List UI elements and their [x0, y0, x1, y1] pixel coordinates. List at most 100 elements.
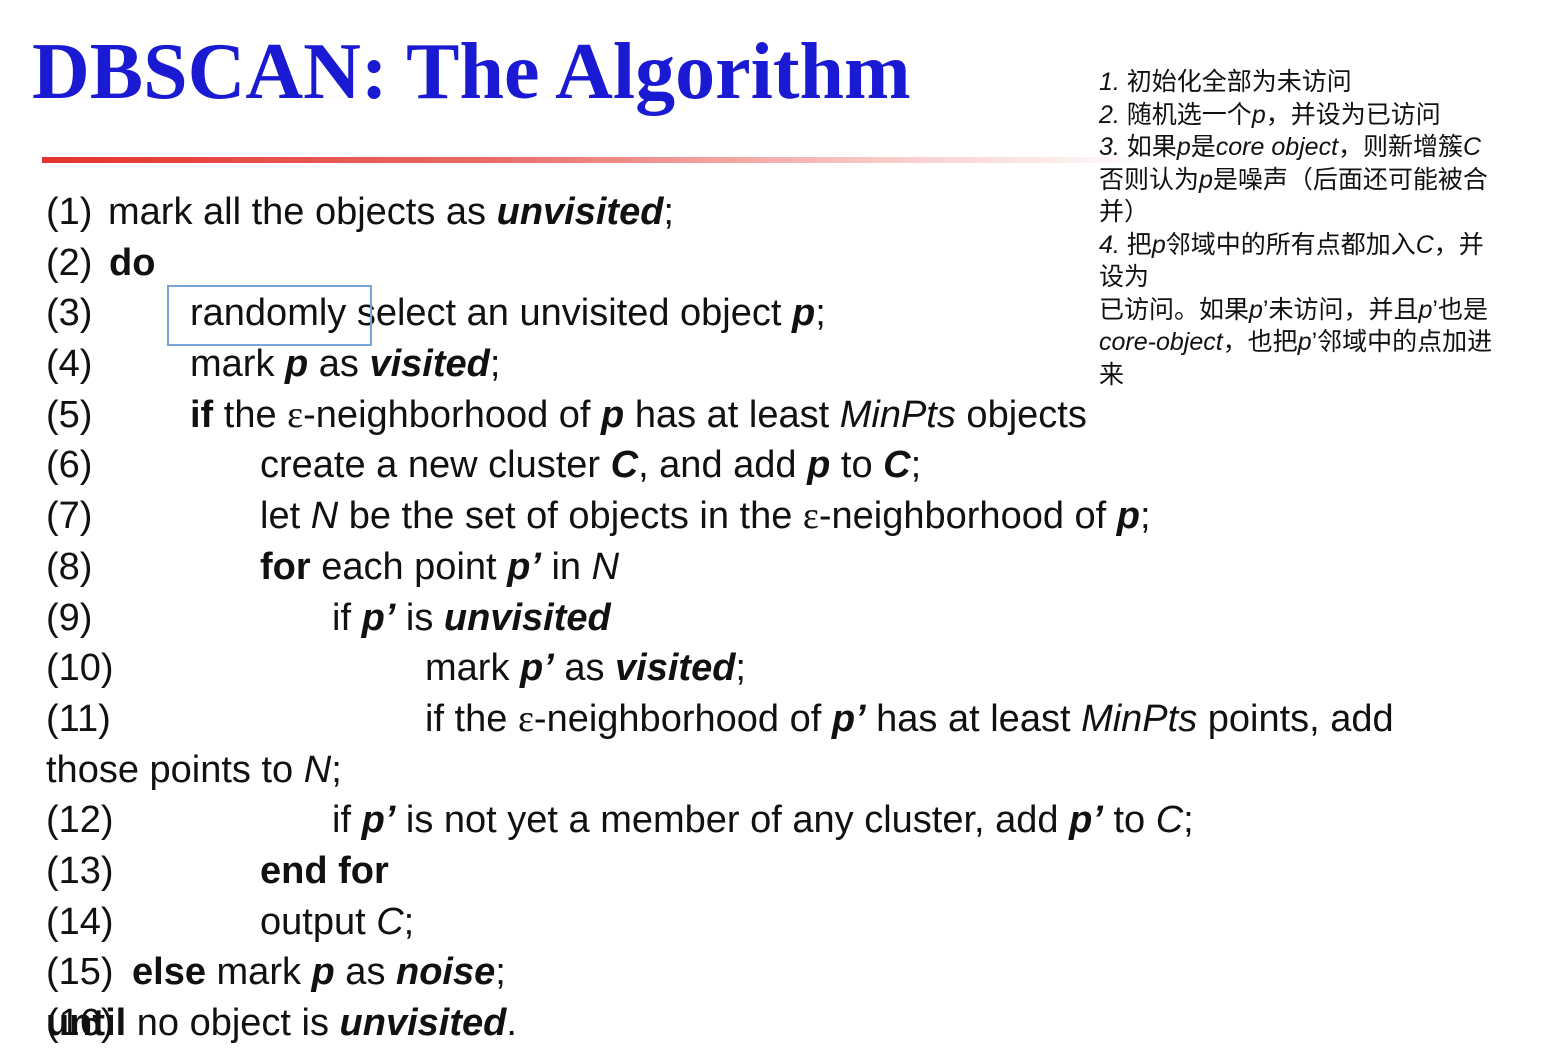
code-line: (11) if the ε-neighborhood of p’ has at l…: [46, 694, 1556, 745]
line-text: for each point p’ in N: [260, 542, 619, 593]
line-text: if the ε-neighborhood of p’ has at least…: [425, 694, 1394, 745]
code-token: to: [830, 444, 884, 487]
note-token: 1.: [1099, 68, 1127, 96]
code-token: noise: [396, 951, 496, 994]
code-line: those points to N;: [46, 745, 1556, 796]
code-line: (5) if the ε-neighborhood of p has at lea…: [46, 390, 1556, 441]
code-line: (1) mark all the objects as unvisited;: [46, 187, 1556, 238]
code-token: is not yet a member of any cluster, add: [395, 799, 1070, 842]
title-underline: [42, 157, 1152, 163]
line-number: (8): [46, 545, 93, 588]
line-number: (5): [46, 393, 93, 436]
code-token: -neighborhood of: [818, 495, 1117, 538]
code-token: as: [334, 951, 396, 994]
code-token: p’: [831, 697, 866, 740]
note-token: 2.: [1099, 100, 1127, 129]
code-token: if: [190, 393, 214, 436]
code-token: C: [1155, 799, 1184, 842]
code-token: C: [883, 444, 911, 487]
line-text: output C;: [260, 897, 414, 948]
line-text: mark p as visited;: [190, 339, 500, 390]
code-token: is: [395, 596, 444, 639]
note-line: 1. 初始化全部为未访问: [1099, 66, 1559, 99]
line-number: (11): [46, 697, 111, 740]
line-number: (14): [46, 900, 114, 943]
code-token: p: [792, 292, 816, 335]
line-text: mark p’ as visited;: [425, 643, 746, 694]
code-token: be the set of objects in the: [338, 495, 803, 538]
code-token: p’: [361, 799, 396, 842]
code-line: (12) if p’ is not yet a member of any clu…: [46, 795, 1556, 846]
code-token: points, add: [1197, 697, 1394, 740]
line-text: if the ε-neighborhood of p has at least …: [190, 390, 1087, 441]
code-line: (2) do: [46, 238, 1556, 289]
line-number: (12): [46, 799, 114, 842]
code-token: unvisited: [443, 596, 611, 639]
line-number: (9): [46, 596, 93, 639]
code-line: (16) until no object is unvisited.: [46, 998, 1556, 1049]
code-line: (15) else mark p as noise;: [46, 947, 1556, 998]
line-number: (1): [46, 191, 93, 233]
line-text: else mark p as noise;: [132, 947, 506, 998]
line-text: let N be the set of objects in the ε-nei…: [260, 491, 1151, 542]
code-token: if: [332, 596, 362, 639]
code-token: C: [376, 900, 404, 943]
code-token: if: [332, 799, 362, 842]
code-token: do: [109, 241, 156, 284]
note-token: 初始化全部为未访问: [1126, 68, 1352, 96]
note-token: core object: [1215, 133, 1339, 161]
code-line: (14) output C;: [46, 897, 1556, 948]
line-text: create a new cluster C, and add p to C;: [260, 440, 921, 491]
code-line: (6) create a new cluster C, and add p to …: [46, 440, 1556, 491]
line-text: do: [109, 238, 155, 289]
line-text: those points to N;: [46, 745, 342, 796]
code-token: in: [540, 545, 592, 588]
code-token: ;: [735, 647, 746, 690]
code-token: , and add: [638, 444, 808, 487]
note-line: 2. 随机选一个p，并设为已访问: [1099, 99, 1559, 132]
line-text: until no object is unvisited.: [46, 998, 517, 1049]
code-token: if the: [425, 697, 518, 740]
code-token: p’: [520, 647, 554, 690]
note-token: p: [1251, 100, 1266, 129]
code-token: unvisited: [339, 1002, 507, 1044]
code-token: ;: [1183, 799, 1194, 842]
code-token: objects: [955, 393, 1087, 436]
code-token: ;: [910, 444, 922, 487]
code-token: for: [260, 545, 311, 588]
code-token: as: [553, 647, 616, 690]
code-token: MinPts: [1081, 697, 1198, 740]
code-token: p: [807, 444, 831, 487]
line-text: end for: [260, 846, 389, 897]
code-token: ;: [663, 191, 674, 233]
code-token: N: [310, 495, 339, 538]
code-token: as: [308, 343, 370, 386]
line-number: (6): [46, 444, 93, 487]
code-token: until: [46, 1002, 127, 1044]
line-text: if p’ is unvisited: [332, 593, 611, 644]
note-token: ，并设为已访问: [1265, 100, 1441, 129]
line-number: (4): [46, 343, 93, 386]
line-number: (15): [46, 951, 114, 994]
code-token: ;: [815, 292, 826, 335]
code-token: ;: [1140, 495, 1151, 538]
code-token: p: [285, 343, 309, 386]
note-line: 3. 如果p是core object，则新增簇C: [1099, 131, 1559, 164]
note-token: p: [1176, 133, 1191, 161]
code-token: has at least: [865, 697, 1082, 740]
code-token: N: [591, 545, 620, 588]
code-token: p’: [361, 596, 396, 639]
line-number: (2): [46, 241, 93, 284]
line-number: (13): [46, 849, 114, 892]
code-token: mark: [425, 647, 520, 690]
code-token: p: [1116, 495, 1140, 538]
note-token: 3.: [1099, 133, 1127, 161]
code-token: mark: [205, 951, 312, 994]
code-line: (9) if p’ is unvisited: [46, 593, 1556, 644]
line-number: (7): [46, 495, 93, 538]
line-text: mark all the objects as unvisited;: [108, 187, 674, 238]
code-line: (4) mark p as visited;: [46, 339, 1556, 390]
code-token: no object is: [126, 1002, 340, 1044]
code-token: ;: [489, 343, 501, 386]
code-token: p’: [1069, 799, 1103, 842]
